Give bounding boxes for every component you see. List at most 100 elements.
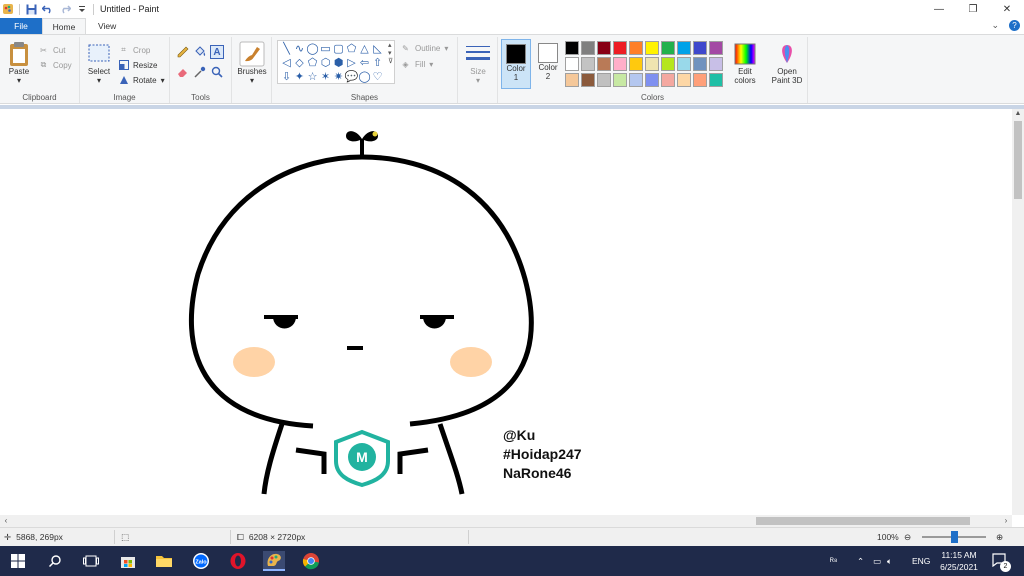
zoom-out-icon[interactable]: ⊖ — [904, 528, 911, 546]
tab-view[interactable]: View — [86, 18, 128, 34]
size-button[interactable]: Size ▾ — [464, 41, 492, 85]
crop-button[interactable]: ⌗ Crop — [118, 43, 150, 57]
shape-option[interactable]: ▭ — [319, 42, 332, 56]
shape-option[interactable]: ◯ — [358, 70, 371, 84]
paint-taskbar-icon[interactable] — [263, 551, 285, 571]
vertical-scrollbar[interactable]: ▲ — [1012, 109, 1024, 515]
palette-swatch[interactable] — [645, 57, 659, 71]
shape-option[interactable]: ◯ — [306, 42, 319, 56]
shapes-scroll-icon[interactable]: ▴ ▾ ⊽ — [388, 41, 393, 65]
resize-button[interactable]: Resize — [118, 58, 157, 72]
fill-dropdown[interactable]: ◈ Fill ▾ — [400, 57, 433, 71]
palette-swatch[interactable] — [709, 41, 723, 55]
palette-swatch[interactable] — [581, 73, 595, 87]
palette-swatch[interactable] — [597, 57, 611, 71]
palette-swatch[interactable] — [629, 41, 643, 55]
rotate-button[interactable]: Rotate ▾ — [118, 73, 165, 87]
tab-home[interactable]: Home — [42, 18, 86, 34]
battery-icon[interactable]: ▭ — [873, 556, 881, 567]
palette-swatch[interactable] — [677, 57, 691, 71]
outline-dropdown[interactable]: ✎ Outline ▾ — [400, 41, 448, 55]
redo-icon[interactable] — [59, 3, 71, 15]
shape-option[interactable]: ♡ — [371, 70, 384, 84]
shape-option[interactable]: ∿ — [293, 42, 306, 56]
shape-option[interactable]: ⬠ — [306, 56, 319, 70]
pencil-icon[interactable] — [176, 45, 193, 65]
palette-swatch[interactable] — [677, 41, 691, 55]
shape-option[interactable]: △ — [358, 42, 371, 56]
shapes-gallery[interactable]: ╲ ∿ ◯ ▭ ▢ ⬠ △ ◺ ◁ ◇ ⬠ ⬡ ⬢ ▷ ⇦ ⇧ ⇩ ✦ ☆ ✶ ✷ 💬 ◯ ♡ — [277, 40, 395, 84]
task-view-icon[interactable] — [80, 551, 102, 571]
palette-swatch[interactable] — [629, 57, 643, 71]
eraser-icon[interactable] — [176, 65, 193, 85]
paint-app-icon[interactable] — [2, 3, 14, 15]
palette-swatch[interactable] — [661, 41, 675, 55]
open-paint3d-button[interactable]: Open Paint 3D — [770, 41, 804, 85]
palette-swatch[interactable] — [709, 73, 723, 87]
palette-swatch[interactable] — [565, 73, 579, 87]
shape-option[interactable]: ⬠ — [345, 42, 358, 56]
shape-option[interactable]: ◺ — [371, 42, 384, 56]
undo-icon[interactable] — [42, 3, 54, 15]
file-explorer-icon[interactable] — [153, 551, 175, 571]
scroll-up-icon[interactable]: ▲ — [1012, 109, 1024, 119]
horizontal-scrollbar[interactable]: ‹ › — [0, 515, 1012, 527]
shape-option[interactable]: ⬢ — [332, 56, 345, 70]
palette-swatch[interactable] — [645, 73, 659, 87]
palette-swatch[interactable] — [693, 41, 707, 55]
zoom-in-icon[interactable]: ⊕ — [996, 528, 1003, 546]
shape-option[interactable]: ✶ — [319, 70, 332, 84]
close-button[interactable]: ✕ — [990, 0, 1024, 18]
help-icon[interactable]: ? — [1009, 20, 1020, 31]
start-icon[interactable] — [7, 551, 29, 571]
palette-swatch[interactable] — [581, 57, 595, 71]
palette-swatch[interactable] — [693, 73, 707, 87]
color-picker-icon[interactable] — [193, 65, 210, 85]
customize-qat-icon[interactable] — [76, 3, 88, 15]
palette-swatch[interactable] — [677, 73, 691, 87]
minimize-button[interactable]: — — [922, 0, 956, 18]
maximize-button[interactable]: ❐ — [956, 0, 990, 18]
shape-option[interactable]: 💬 — [345, 70, 359, 84]
opera-icon[interactable] — [227, 551, 249, 571]
palette-swatch[interactable] — [693, 57, 707, 71]
chrome-icon[interactable] — [300, 551, 322, 571]
select-button[interactable]: Select ▾ — [86, 41, 112, 85]
scroll-left-icon[interactable]: ‹ — [0, 515, 12, 527]
palette-swatch[interactable] — [613, 73, 627, 87]
shape-option[interactable]: ⇧ — [371, 56, 384, 70]
palette-swatch[interactable] — [645, 41, 659, 55]
palette-swatch[interactable] — [597, 73, 611, 87]
palette-swatch[interactable] — [709, 57, 723, 71]
shape-option[interactable]: ╲ — [280, 42, 293, 56]
zalo-icon[interactable]: Zalo — [190, 551, 212, 571]
drawing-canvas[interactable]: M @Ku #Hoidap247 NaRone46 — [0, 109, 1012, 515]
palette-swatch[interactable] — [613, 57, 627, 71]
show-hidden-icons[interactable]: ⌃ — [857, 546, 864, 576]
palette-swatch[interactable] — [597, 41, 611, 55]
palette-swatch[interactable] — [565, 41, 579, 55]
store-icon[interactable] — [117, 551, 139, 571]
horizontal-scroll-thumb[interactable] — [756, 517, 970, 525]
palette-swatch[interactable] — [661, 57, 675, 71]
shape-option[interactable]: ▢ — [332, 42, 345, 56]
scroll-right-icon[interactable]: › — [1000, 515, 1012, 527]
palette-swatch[interactable] — [629, 73, 643, 87]
shape-option[interactable]: ⇩ — [280, 70, 293, 84]
people-icon[interactable]: ᴿ⁸ — [830, 546, 837, 576]
zoom-slider-thumb[interactable] — [951, 531, 958, 543]
volume-icon[interactable]: 🔈︎ — [887, 556, 892, 567]
shape-option[interactable]: ◇ — [293, 56, 306, 70]
shape-option[interactable]: ✦ — [293, 70, 306, 84]
shape-option[interactable]: ⇦ — [358, 56, 371, 70]
cut-button[interactable]: ✂ Cut — [38, 43, 65, 57]
shape-option[interactable]: ◁ — [280, 56, 293, 70]
clock[interactable]: 11:15 AM 6/25/2021 — [928, 549, 990, 573]
copy-button[interactable]: ⧉ Copy — [38, 58, 72, 72]
save-icon[interactable] — [25, 3, 37, 15]
brushes-button[interactable]: Brushes ▾ — [236, 41, 268, 85]
paste-button[interactable]: Paste ▾ — [6, 41, 32, 85]
palette-swatch[interactable] — [661, 73, 675, 87]
palette-swatch[interactable] — [581, 41, 595, 55]
fill-bucket-icon[interactable] — [193, 45, 210, 65]
